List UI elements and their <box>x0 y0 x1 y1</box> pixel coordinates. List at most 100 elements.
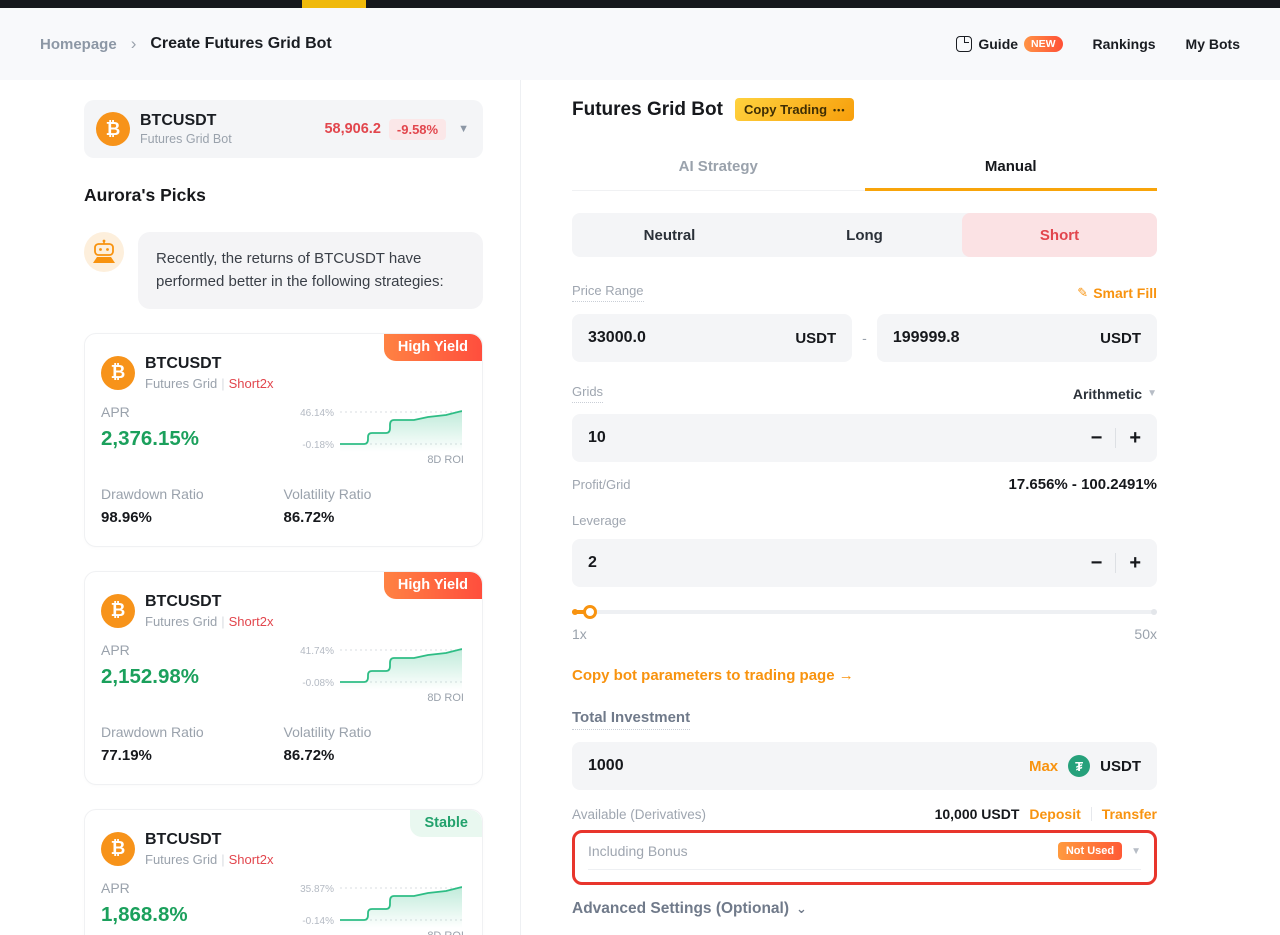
strategy-card[interactable]: High Yield ₿ BTCUSDT Futures Grid|Short2… <box>84 571 483 785</box>
grid-mode-select[interactable]: Arithmetic ▼ <box>1073 386 1157 402</box>
nav-rankings[interactable]: Rankings <box>1093 36 1156 52</box>
breadcrumb: Homepage › Create Futures Grid Bot <box>40 34 332 54</box>
card-header: ₿ BTCUSDT Futures Grid|Short2x <box>101 831 466 867</box>
grid-mode-value: Arithmetic <box>1073 386 1142 402</box>
pair-subtitle: Futures Grid Bot <box>140 132 324 146</box>
leverage-minus-button[interactable]: − <box>1091 553 1103 573</box>
drawdown-label: Drawdown Ratio <box>101 724 284 740</box>
chevron-down-icon: ⌄ <box>796 901 807 917</box>
smart-fill-button[interactable]: ✎ Smart Fill <box>1077 285 1157 301</box>
aurora-picks-title: Aurora's Picks <box>84 185 483 206</box>
card-body: APR 2,152.98% 41.74% -0.08% <box>101 642 466 708</box>
card-metrics: Drawdown Ratio 77.19% Volatility Ratio 8… <box>101 724 466 764</box>
total-investment-label: Total Investment <box>572 709 690 730</box>
main-content: ₿ BTCUSDT Futures Grid Bot 58,906.2 -9.5… <box>0 80 1280 935</box>
pair-symbol: BTCUSDT <box>140 112 324 130</box>
nav-guide[interactable]: Guide NEW <box>956 36 1062 52</box>
sparkline-chart <box>340 406 462 452</box>
deposit-link[interactable]: Deposit <box>1029 806 1080 822</box>
mode-long[interactable]: Long <box>767 213 962 257</box>
direction-segmented-control: Neutral Long Short <box>572 213 1157 257</box>
copy-trading-badge[interactable]: Copy Trading ••• <box>735 98 855 121</box>
available-row: Available (Derivatives) 10,000 USDT Depo… <box>572 806 1157 822</box>
smart-fill-label: Smart Fill <box>1093 285 1157 301</box>
including-bonus-row[interactable]: Including Bonus Not Used ▼ <box>588 842 1141 870</box>
grids-minus-button[interactable]: − <box>1091 428 1103 448</box>
copy-parameters-link[interactable]: Copy bot parameters to trading page → <box>572 667 1157 684</box>
card-symbol: BTCUSDT <box>145 831 273 849</box>
card-type: Futures Grid <box>145 614 217 629</box>
leverage-stepper: − + <box>1091 553 1141 573</box>
breadcrumb-homepage[interactable]: Homepage <box>40 36 117 53</box>
apr-value: 1,868.8% <box>101 903 288 927</box>
available-label: Available (Derivatives) <box>572 807 706 822</box>
sparkline-high-label: 35.87% <box>288 884 334 895</box>
max-button[interactable]: Max <box>1029 758 1058 775</box>
including-bonus-highlight-box: Including Bonus Not Used ▼ <box>572 830 1157 885</box>
active-tab-underline <box>865 188 1158 191</box>
grids-label: Grids <box>572 384 603 403</box>
price-range-label: Price Range <box>572 283 644 302</box>
card-symbol: BTCUSDT <box>145 593 273 611</box>
leverage-plus-button[interactable]: + <box>1129 553 1141 573</box>
leverage-input[interactable]: 2 − + <box>572 539 1157 587</box>
card-type: Futures Grid <box>145 852 217 867</box>
price-low-input[interactable]: 33000.0 USDT <box>572 314 852 362</box>
volatility-value: 86.72% <box>284 509 467 526</box>
price-high-unit: USDT <box>1100 330 1141 347</box>
bonus-right-cluster: Not Used ▼ <box>1058 842 1141 860</box>
guide-book-icon <box>956 36 972 52</box>
grids-stepper: − + <box>1091 428 1141 448</box>
active-tab-indicator <box>302 0 366 8</box>
total-investment-value: 1000 <box>588 757 624 775</box>
price-high-input[interactable]: 199999.8 USDT <box>877 314 1157 362</box>
slider-end-dot <box>1151 609 1157 615</box>
pair-selector[interactable]: ₿ BTCUSDT Futures Grid Bot 58,906.2 -9.5… <box>84 100 483 158</box>
grids-input[interactable]: 10 − + <box>572 414 1157 462</box>
tab-ai-strategy[interactable]: AI Strategy <box>572 147 865 190</box>
sparkline-caption: 8D ROI <box>427 454 464 466</box>
leverage-value: 2 <box>588 554 597 572</box>
card-subtitle: Futures Grid|Short2x <box>145 376 273 391</box>
advanced-settings-toggle[interactable]: Advanced Settings (Optional) ⌄ <box>572 900 1157 918</box>
form-title-row: Futures Grid Bot Copy Trading ••• <box>572 98 1157 121</box>
mode-short[interactable]: Short <box>962 213 1157 257</box>
leverage-slider[interactable] <box>572 605 1157 619</box>
strategy-card[interactable]: Stable ₿ BTCUSDT Futures Grid|Short2x AP… <box>84 809 483 935</box>
pair-price: 58,906.2 <box>324 121 380 137</box>
including-bonus-label: Including Bonus <box>588 843 688 859</box>
divider: | <box>217 376 228 391</box>
caret-down-icon[interactable]: ▼ <box>1131 846 1141 857</box>
browser-tab-strip <box>0 0 1280 8</box>
sparkline-high-label: 46.14% <box>288 408 334 419</box>
price-high-value: 199999.8 <box>893 329 960 347</box>
more-dots-icon: ••• <box>833 105 845 115</box>
page-title: Create Futures Grid Bot <box>150 35 331 53</box>
apr-value: 2,152.98% <box>101 665 288 689</box>
card-strategy: Short2x <box>229 376 274 391</box>
slider-track[interactable] <box>572 610 1157 614</box>
transfer-link[interactable]: Transfer <box>1102 806 1157 822</box>
slider-start-dot <box>572 609 578 615</box>
grids-plus-button[interactable]: + <box>1129 428 1141 448</box>
chevron-down-icon[interactable]: ▼ <box>458 123 469 135</box>
strategy-card[interactable]: High Yield ₿ BTCUSDT Futures Grid|Short2… <box>84 333 483 547</box>
btc-icon: ₿ <box>96 112 130 146</box>
mode-neutral[interactable]: Neutral <box>572 213 767 257</box>
sparkline-caption: 8D ROI <box>427 692 464 704</box>
slider-handle[interactable] <box>583 605 597 619</box>
tab-manual[interactable]: Manual <box>865 147 1158 190</box>
btc-icon: ₿ <box>101 594 135 628</box>
nav-guide-label: Guide <box>978 36 1018 52</box>
nav-my-bots[interactable]: My Bots <box>1186 36 1240 52</box>
card-strategy: Short2x <box>229 852 274 867</box>
card-strategy: Short2x <box>229 614 274 629</box>
volatility-label: Volatility Ratio <box>284 486 467 502</box>
total-investment-input[interactable]: 1000 Max ₮ USDT <box>572 742 1157 790</box>
card-symbol: BTCUSDT <box>145 355 273 373</box>
divider: | <box>217 614 228 629</box>
card-badge: Stable <box>410 810 482 837</box>
btc-icon: ₿ <box>101 356 135 390</box>
grids-row: Grids Arithmetic ▼ <box>572 384 1157 403</box>
profit-grid-value: 17.656% - 100.2491% <box>1009 476 1157 493</box>
